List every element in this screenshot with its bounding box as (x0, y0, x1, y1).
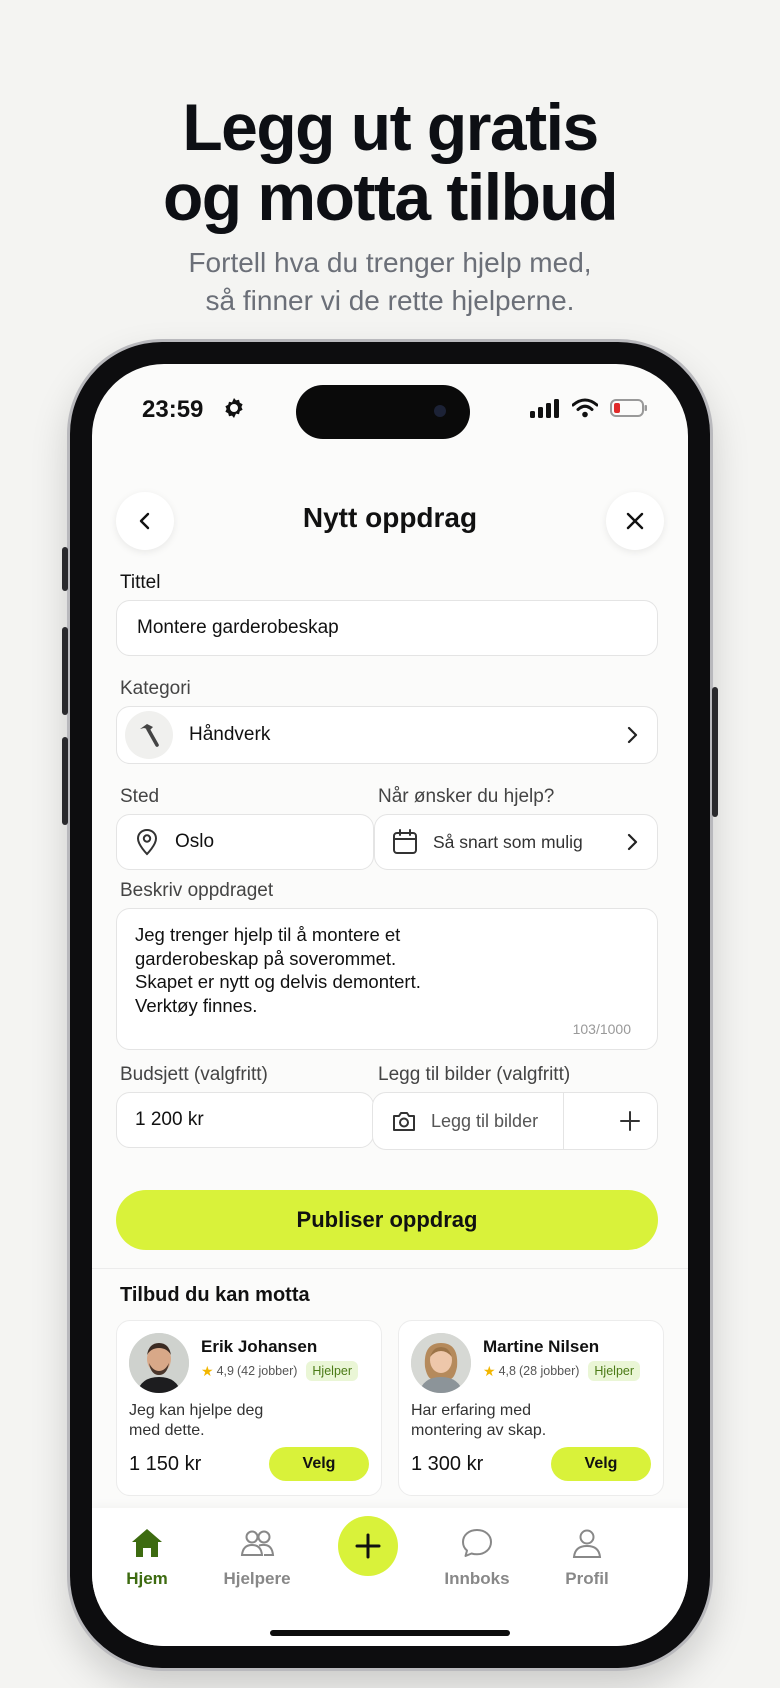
category-label: Kategori (120, 678, 191, 699)
helper-badge: Hjelper (306, 1361, 359, 1381)
add-images-text: Legg til bilder (431, 1110, 539, 1131)
offers-section-title: Tilbud du kan motta (120, 1284, 310, 1306)
settings-badge-icon (225, 398, 243, 418)
signal-icon (530, 399, 559, 418)
offer-card[interactable]: Erik Johansen ★ 4,9 (42 jobber) Hjelper … (116, 1320, 382, 1496)
offer-name: Erik Johansen (201, 1337, 318, 1356)
offer-jobs: (42 jobber) (236, 1364, 298, 1378)
phone-frame: 23:59 Nytt oppdrag Tittel Montere garder… (62, 342, 718, 1668)
when-label: Når ønsker du hjelp? (378, 786, 555, 807)
budget-field[interactable]: 1 200 kr (116, 1092, 374, 1148)
when-select[interactable]: Så snart som mulig (374, 814, 658, 870)
tab-inbox-label: Innboks (444, 1569, 510, 1588)
category-value: Håndverk (189, 724, 271, 745)
close-icon (626, 512, 644, 530)
description-counter: 103/1000 (572, 1021, 631, 1037)
dynamic-island (296, 385, 470, 439)
chevron-right-icon (627, 726, 638, 744)
place-label: Sted (120, 786, 160, 807)
category-icon-wrap (125, 711, 173, 759)
hammer-icon (140, 724, 159, 747)
create-task-button[interactable] (338, 1516, 398, 1576)
offer-name: Martine Nilsen (483, 1337, 600, 1356)
users-icon (240, 1530, 275, 1556)
location-pin-icon (136, 828, 158, 856)
offer-rating-row: ★ 4,9 (42 jobber) Hjelper (201, 1361, 359, 1381)
hero: Legg ut gratis og motta tilbud Fortell h… (0, 92, 780, 320)
place-field[interactable]: Oslo (116, 814, 374, 870)
add-images-divider (563, 1093, 564, 1149)
home-indicator (270, 1630, 510, 1636)
offer-rating: 4,8 (498, 1364, 516, 1378)
description-label: Beskriv oppdraget (120, 880, 274, 901)
phone-power-button (712, 687, 718, 817)
status-time: 23:59 (142, 396, 204, 423)
tab-home-label: Hjem (126, 1569, 168, 1588)
offer-message: Jeg kan hjelpe deg med dette. (129, 1402, 264, 1439)
wifi-icon (572, 398, 598, 418)
place-value: Oslo (175, 831, 215, 852)
select-offer-button[interactable]: Velg (269, 1447, 369, 1481)
offer-rating-row: ★ 4,8 (28 jobber) Hjelper (483, 1361, 641, 1381)
phone-volume-up (62, 627, 68, 715)
phone-volume-down (62, 737, 68, 825)
images-label: Legg til bilder (valgfritt) (378, 1064, 571, 1085)
offer-card[interactable]: Martine Nilsen ★ 4,8 (28 jobber) Hjelper… (398, 1320, 664, 1496)
section-divider (92, 1268, 688, 1269)
offer-rating: 4,9 (216, 1364, 234, 1378)
add-images-field[interactable]: Legg til bilder (372, 1092, 658, 1150)
category-select[interactable]: Håndverk (116, 706, 658, 764)
avatar-martine-image (411, 1333, 471, 1393)
avatar-erik-image (129, 1333, 189, 1393)
title-field[interactable]: Montere garderobeskap (116, 600, 658, 656)
tab-inbox[interactable]: Innboks (422, 1526, 532, 1589)
offer-price: 1 300 kr (411, 1453, 484, 1475)
avatar (129, 1333, 189, 1393)
star-icon: ★ (483, 1362, 496, 1379)
header: Nytt oppdrag (92, 492, 688, 552)
tab-profile[interactable]: Profil (532, 1526, 642, 1589)
offer-message: Har erfaring med montering av skap. (411, 1402, 547, 1439)
star-icon: ★ (201, 1362, 214, 1379)
page-title: Nytt oppdrag (302, 502, 478, 533)
battery-icon (610, 399, 647, 417)
description-textarea[interactable]: Jeg trenger hjelp til å montere et garde… (116, 908, 658, 1050)
tab-profile-label: Profil (565, 1569, 609, 1588)
tab-helpers[interactable]: Hjelpere (202, 1526, 312, 1589)
publish-button[interactable]: Publiser oppdrag (116, 1190, 658, 1250)
camera-icon (393, 1112, 415, 1131)
budget-label: Budsjett (valgfritt) (120, 1064, 268, 1085)
plus-icon (355, 1533, 381, 1559)
when-value: Så snart som mulig (433, 831, 583, 852)
calendar-icon (393, 829, 417, 854)
hero-title: Legg ut gratis og motta tilbud (162, 90, 619, 234)
description-value: Jeg trenger hjelp til å montere et garde… (135, 924, 421, 1016)
phone-mute-switch (62, 547, 68, 591)
title-value: Montere garderobeskap (137, 617, 339, 638)
avatar (411, 1333, 471, 1393)
camera-lens (434, 405, 446, 417)
offer-price: 1 150 kr (129, 1453, 202, 1475)
tab-helpers-label: Hjelpere (223, 1569, 291, 1588)
status-bar: 23:59 (92, 385, 688, 439)
close-button[interactable] (606, 492, 664, 550)
select-offer-button[interactable]: Velg (551, 1447, 651, 1481)
chevron-right-icon (627, 833, 638, 851)
profile-icon (572, 1529, 602, 1558)
helper-badge: Hjelper (588, 1361, 641, 1381)
budget-value: 1 200 kr (135, 1109, 204, 1130)
tab-bar: Hjem Hjelpere Innboks Profil (92, 1508, 688, 1646)
chat-icon (462, 1529, 492, 1557)
title-label: Tittel (120, 572, 161, 593)
tab-home[interactable]: Hjem (92, 1526, 202, 1589)
status-icons (530, 398, 648, 418)
offer-jobs: (28 jobber) (518, 1364, 580, 1378)
plus-icon[interactable] (619, 1110, 641, 1132)
app-screen: 23:59 Nytt oppdrag Tittel Montere garder… (92, 364, 688, 1646)
home-icon (132, 1529, 162, 1557)
hero-subtitle: Fortell hva du trenger hjelp med, så fin… (188, 247, 592, 316)
